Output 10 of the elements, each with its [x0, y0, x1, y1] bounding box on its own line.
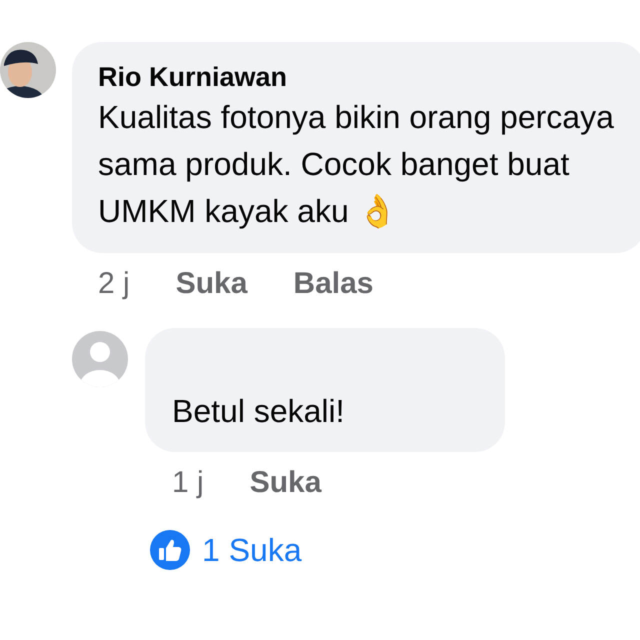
timestamp: 1 j: [172, 466, 204, 500]
action-link[interactable]: Suka: [176, 267, 248, 301]
timestamp: 2 j: [98, 267, 130, 301]
like-icon: [150, 530, 190, 570]
action-link[interactable]: Balas: [293, 267, 374, 301]
like-count[interactable]: 1 Suka: [202, 532, 302, 568]
comment-text: Kualitas fotonya bikin orang percaya sama produk. Cocok banget buat UMKM kayak aku 👌: [98, 98, 615, 231]
action-link[interactable]: Suka: [250, 466, 322, 500]
comment-text: Betul sekali!: [172, 392, 346, 431]
author-name: Rio Kurniawan: [98, 61, 288, 94]
